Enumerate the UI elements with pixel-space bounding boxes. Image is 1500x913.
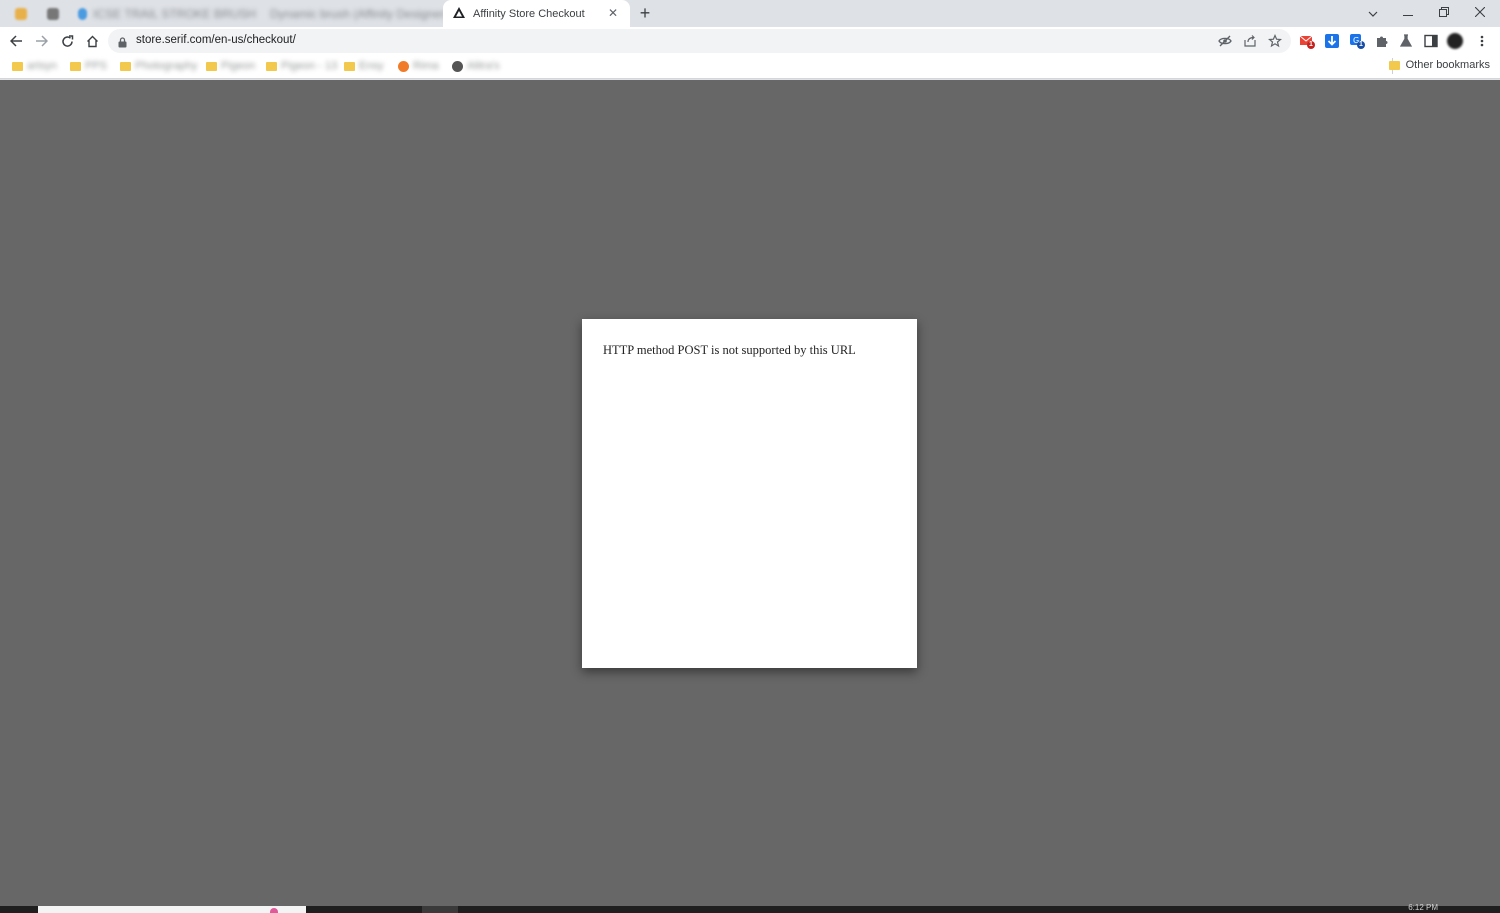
back-arrow-icon <box>9 35 22 47</box>
folder-icon <box>1388 60 1400 70</box>
bookmark-link[interactable]: Rima <box>398 59 439 73</box>
tab-search-icon[interactable] <box>1363 3 1383 21</box>
close-tab-icon[interactable]: ✕ <box>606 6 620 20</box>
pinned-tab-1[interactable] <box>6 0 36 27</box>
other-bookmarks[interactable]: Other bookmarks <box>1388 59 1490 71</box>
eye-off-icon[interactable] <box>1218 34 1232 48</box>
side-panel-icon[interactable] <box>1423 33 1439 49</box>
share-icon[interactable] <box>1243 34 1257 48</box>
site-favicon-icon <box>452 60 463 72</box>
download-extension-icon[interactable] <box>1324 33 1340 49</box>
error-dialog: HTTP method POST is not supported by thi… <box>582 319 917 668</box>
taskbar: 6:12 PM <box>0 903 1500 913</box>
site-favicon-icon <box>398 60 409 72</box>
folder-icon <box>206 61 217 71</box>
bookmark-folder[interactable]: PPS <box>70 59 107 73</box>
extension-badge: 1 <box>1309 41 1313 48</box>
tab-title: Dynamic brush (Affinity Designer) <box>270 6 449 21</box>
toolbar: store.serif.com/en-us/checkout/ 1 G 1 <box>0 27 1500 54</box>
taskbar-active-app[interactable] <box>422 906 458 913</box>
browser-chrome: ICSE TRAIL STROKE BRUSH Dynamic brush (A… <box>0 0 1500 80</box>
folder-icon <box>70 61 81 71</box>
extension-badge: 1 <box>1359 41 1363 48</box>
bookmark-folder[interactable]: Ensy <box>344 59 383 73</box>
lock-icon[interactable] <box>118 35 127 53</box>
minimize-button[interactable] <box>1398 3 1418 21</box>
labs-flask-icon[interactable] <box>1398 33 1414 49</box>
forward-arrow-icon <box>35 35 48 47</box>
affinity-logo-icon <box>453 6 465 21</box>
home-button[interactable] <box>82 31 102 51</box>
app-favicon-icon <box>15 7 27 20</box>
bookmark-folder[interactable]: artsyn <box>12 59 57 73</box>
back-button[interactable] <box>6 31 26 51</box>
bookmarks-bar: artsyn PPS Photography Pigeon Pigeon - 1… <box>0 54 1500 79</box>
taskbar-search-box[interactable] <box>38 906 306 913</box>
tab-title: Affinity Store Checkout <box>473 7 585 20</box>
tab-strip: ICSE TRAIL STROKE BRUSH Dynamic brush (A… <box>0 0 1500 27</box>
reload-icon <box>61 34 73 47</box>
profile-avatar[interactable] <box>1447 33 1463 49</box>
tab-active[interactable]: Affinity Store Checkout ✕ <box>443 0 630 27</box>
taskbar-clock[interactable]: 6:12 PM <box>1408 903 1438 912</box>
error-message: HTTP method POST is not supported by thi… <box>603 343 856 357</box>
folder-icon <box>120 61 131 71</box>
close-window-button[interactable] <box>1470 3 1490 21</box>
tab-title: ICSE TRAIL STROKE BRUSH <box>93 6 256 21</box>
home-icon <box>86 35 98 47</box>
bookmark-folder[interactable]: Pigeon - 13 <box>266 59 337 73</box>
menu-kebab-icon[interactable] <box>1474 33 1490 49</box>
forward-button[interactable] <box>31 31 51 51</box>
tab-inactive-2[interactable]: Dynamic brush (Affinity Designer) <box>256 0 449 27</box>
tab-favicon-icon <box>78 7 88 20</box>
extensions-puzzle-icon[interactable] <box>1374 33 1390 49</box>
bookmark-folder[interactable]: Photography <box>120 59 197 73</box>
folder-icon <box>344 61 355 71</box>
reload-button[interactable] <box>57 31 77 51</box>
bookmark-folder[interactable]: Pigeon <box>206 59 255 73</box>
url-text[interactable]: store.serif.com/en-us/checkout/ <box>136 34 296 46</box>
other-bookmarks-label: Other bookmarks <box>1405 59 1490 71</box>
restore-button[interactable] <box>1434 3 1454 21</box>
taskbar-app-icon <box>270 908 278 913</box>
address-bar[interactable]: store.serif.com/en-us/checkout/ <box>108 29 1291 53</box>
folder-icon <box>266 61 277 71</box>
app-favicon-icon <box>47 7 59 20</box>
new-tab-button[interactable]: + <box>636 4 654 22</box>
bookmark-link[interactable]: Alitra's <box>452 59 500 73</box>
tab-inactive-1[interactable]: ICSE TRAIL STROKE BRUSH <box>70 0 256 27</box>
page-content: HTTP method POST is not supported by thi… <box>0 80 1500 906</box>
pinned-tab-2[interactable] <box>38 0 68 27</box>
folder-icon <box>12 61 23 71</box>
bookmark-star-icon[interactable] <box>1267 33 1283 48</box>
